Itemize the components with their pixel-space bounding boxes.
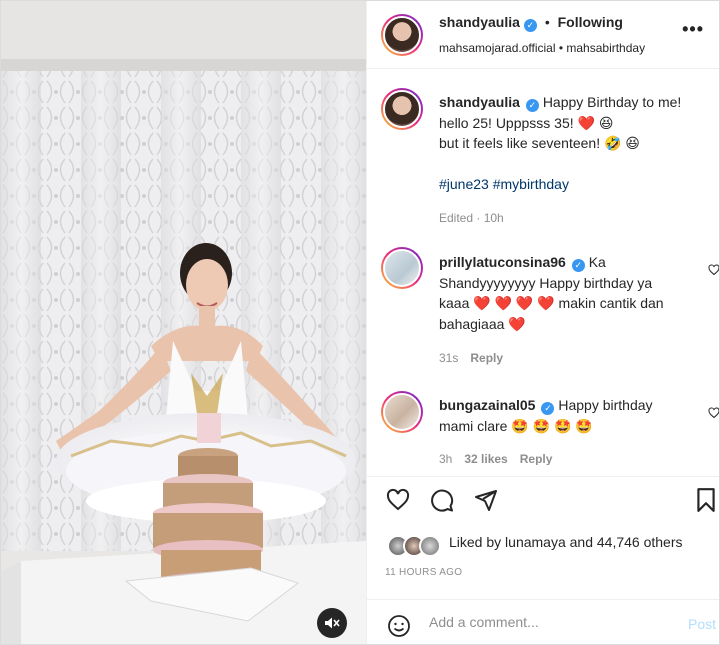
- instagram-post-window: shandyaulia ✓ • Following mahsamojarad.of…: [0, 0, 720, 645]
- post-timestamp[interactable]: 11 HOURS AGO: [385, 567, 462, 578]
- add-comment-bar: Post: [367, 599, 719, 644]
- post-button[interactable]: Post: [688, 616, 716, 632]
- separator-dot: •: [544, 14, 550, 30]
- comment-input[interactable]: [429, 614, 669, 630]
- caption-text: shandyaulia ✓ Happy Birthday to me! hello…: [439, 92, 709, 195]
- likes-summary[interactable]: Liked by lunamaya and 44,746 others: [449, 534, 683, 550]
- post-header: shandyaulia ✓ • Following mahsamojarad.of…: [367, 1, 719, 69]
- comment-text: prillylatuconsina96 ✓ Ka Shandyyyyyyyy Ha…: [439, 252, 709, 334]
- author-username[interactable]: shandyaulia: [439, 14, 520, 30]
- caption-author-avatar[interactable]: [381, 88, 423, 130]
- comment-body: Shandyyyyyyyy Happy birthday ya: [439, 274, 653, 291]
- caption-line-2: hello 25! Upppsss 35! ❤️ 😆: [439, 114, 614, 131]
- reply-button[interactable]: Reply: [470, 351, 503, 365]
- comment-text: bungazainal05 ✓ Happy birthday mami clare…: [439, 395, 709, 436]
- comment-body: bahagiaaa ❤️: [439, 315, 526, 332]
- verified-badge-icon: ✓: [571, 259, 585, 272]
- comment-body: kaaa ❤️ ❤️ ❤️ ❤️ makin cantik dan: [439, 295, 664, 311]
- comment-like-heart-icon[interactable]: [708, 264, 720, 276]
- caption-line-1: Happy Birthday to me!: [542, 94, 682, 110]
- liker-avatar: [419, 535, 441, 557]
- header-location[interactable]: mahsamojarad.official • mahsabirthday: [439, 41, 645, 55]
- comment-body: Ka: [588, 254, 606, 270]
- comment-time: 3h: [439, 452, 453, 465]
- comment-like-heart-icon[interactable]: [708, 407, 720, 419]
- comment-username[interactable]: bungazainal05: [439, 397, 535, 413]
- mute-button[interactable]: [317, 608, 347, 638]
- caption-meta: Edited · 10h: [439, 211, 516, 225]
- comment-meta: 3h 32 likes Reply: [439, 452, 564, 465]
- paper-plane-icon[interactable]: [473, 488, 499, 512]
- reply-button[interactable]: Reply: [520, 452, 553, 465]
- smiley-icon[interactable]: [387, 614, 411, 638]
- comment-body: Happy birthday: [558, 397, 653, 413]
- comment-time: 31s: [439, 351, 459, 365]
- verified-badge-icon: ✓: [541, 402, 555, 415]
- commenter-avatar[interactable]: [381, 247, 423, 289]
- post-video-image: [1, 1, 366, 644]
- likes-prefix: Liked by: [449, 534, 502, 550]
- caption-edited-time: Edited · 10h: [439, 211, 504, 225]
- likes-user[interactable]: lunamaya: [505, 534, 566, 550]
- post-media[interactable]: [1, 1, 366, 644]
- caption-line-3: but it feels like seventeen! 🤣 😆: [439, 135, 640, 151]
- verified-badge-icon: ✓: [523, 19, 537, 32]
- commenter-avatar[interactable]: [381, 391, 423, 433]
- author-avatar[interactable]: [381, 14, 423, 56]
- caption-hashtags[interactable]: #june23 #mybirthday: [439, 176, 569, 192]
- comment-likes[interactable]: 32 likes: [464, 452, 507, 465]
- comment-body: mami clare 🤩 🤩 🤩 🤩: [439, 417, 593, 434]
- heart-icon[interactable]: [385, 488, 411, 512]
- header-user-row: shandyaulia ✓ • Following: [439, 14, 623, 32]
- comments-section[interactable]: shandyaulia ✓ Happy Birthday to me! hello…: [367, 70, 720, 465]
- post-side-panel: shandyaulia ✓ • Following mahsamojarad.of…: [366, 1, 720, 644]
- following-button[interactable]: Following: [558, 14, 623, 30]
- likes-suffix[interactable]: and 44,746 others: [570, 534, 683, 550]
- comment-icon[interactable]: [429, 488, 455, 512]
- ellipsis-icon[interactable]: •••: [682, 19, 704, 40]
- verified-badge-icon: ✓: [525, 99, 539, 112]
- comment-username[interactable]: prillylatuconsina96: [439, 254, 566, 270]
- comment-meta: 31s Reply: [439, 351, 515, 365]
- speaker-muted-icon: [325, 617, 340, 629]
- bookmark-icon[interactable]: [695, 487, 717, 513]
- caption-username[interactable]: shandyaulia: [439, 94, 520, 110]
